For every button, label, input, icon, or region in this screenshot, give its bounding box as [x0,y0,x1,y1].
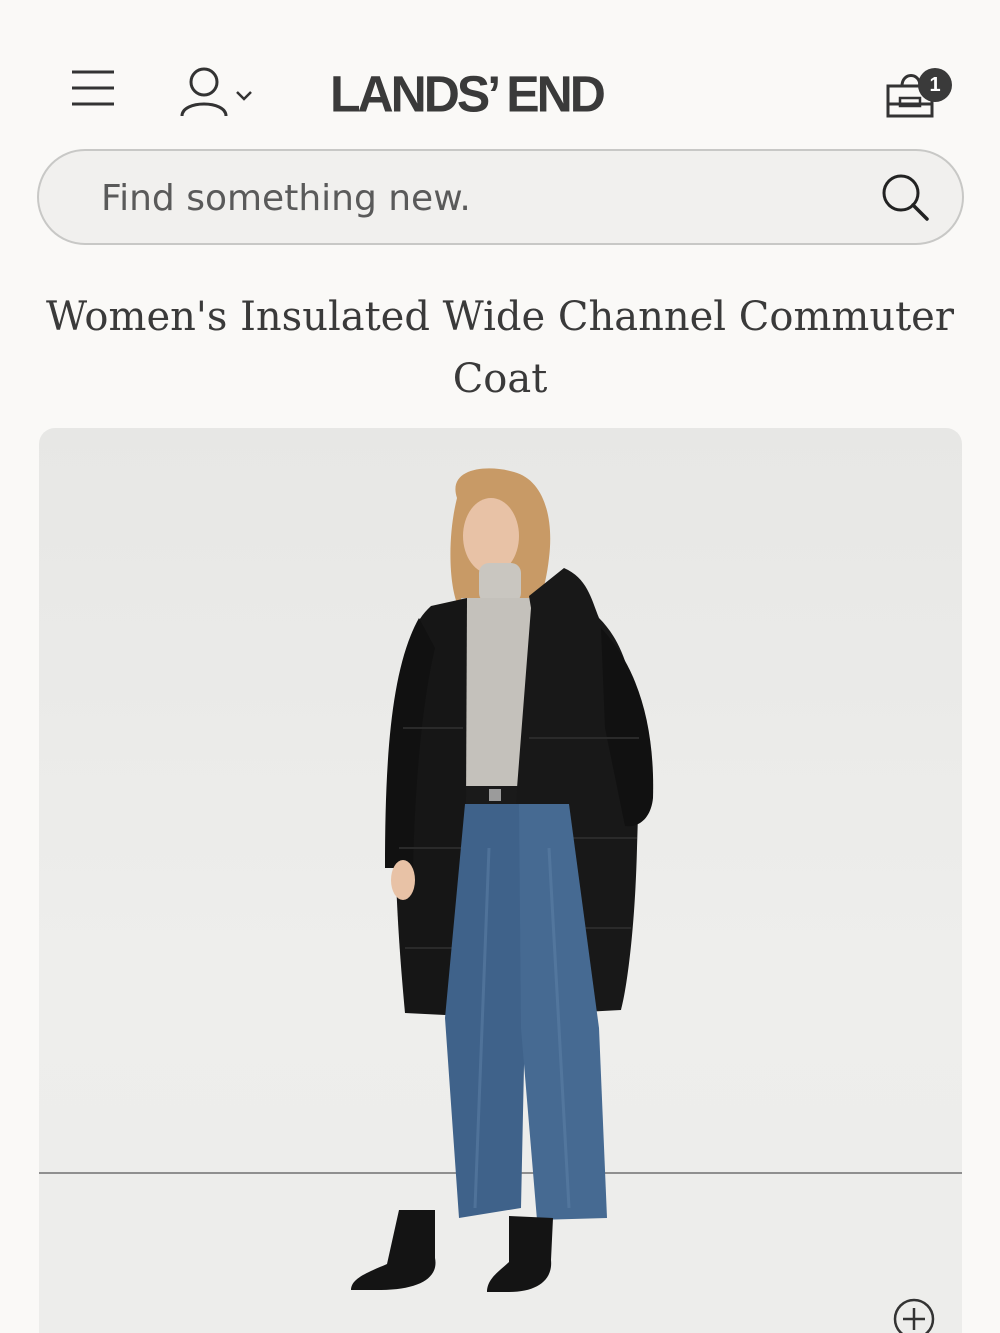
zoom-button[interactable] [891,1296,937,1333]
menu-button[interactable] [68,66,118,110]
search-bar [37,149,964,245]
brand-logo[interactable]: LANDS’ END [330,63,670,124]
site-header: LANDS’ END 1 [0,0,1000,140]
hamburger-menu-icon [72,70,114,106]
search-button[interactable] [879,171,933,225]
cart-count-badge: 1 [918,68,952,102]
product-image[interactable] [39,428,962,1333]
zoom-plus-icon [893,1298,935,1333]
search-input[interactable] [101,173,841,223]
account-button[interactable] [176,64,260,120]
chevron-down-icon [236,91,252,101]
model-illustration [351,468,654,1292]
search-icon [882,174,929,221]
product-title: Women's Insulated Wide Channel Commuter … [46,294,954,402]
user-account-icon [180,67,228,117]
